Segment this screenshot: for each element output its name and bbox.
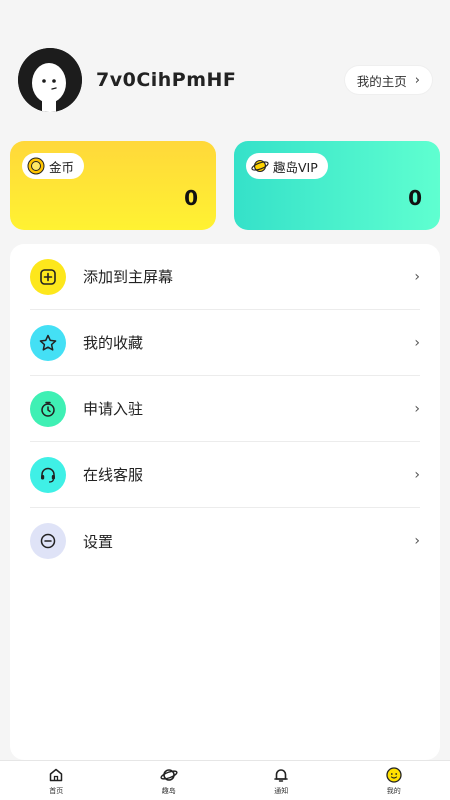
planet-icon (160, 769, 178, 781)
coin-value: 0 (184, 186, 198, 210)
my-homepage-label: 我的主页 (356, 73, 407, 89)
stopwatch-icon (30, 390, 66, 427)
bell-icon (274, 769, 289, 782)
chevron-right-icon: › (414, 400, 420, 417)
tab-label: 首页 (49, 787, 64, 795)
chevron-right-icon: › (414, 466, 420, 483)
chevron-right-icon: › (414, 72, 420, 88)
wallet-cards: 金币 0 趣岛VIP 0 (10, 141, 440, 230)
menu-item-label: 添加到主屏幕 (83, 268, 174, 286)
coin-badge: 金币 (22, 153, 85, 179)
add-to-home-icon (30, 258, 66, 295)
star-icon (30, 324, 66, 361)
chevron-right-icon: › (414, 268, 420, 285)
vip-card[interactable]: 趣岛VIP 0 (234, 141, 440, 230)
menu-item-label: 在线客服 (83, 466, 144, 484)
coin-label: 金币 (49, 159, 75, 175)
avatar[interactable] (18, 48, 82, 112)
coin-icon (27, 157, 45, 175)
avatar-face-icon (18, 48, 82, 112)
coin-card[interactable]: 金币 0 (10, 141, 216, 230)
bottom-tab-bar: 首页 趣岛 通知 我的 (0, 760, 450, 800)
headset-icon (30, 456, 66, 493)
tab-home[interactable]: 首页 (0, 761, 113, 800)
vip-badge: 趣岛VIP (246, 153, 328, 179)
my-homepage-button[interactable]: 我的主页 › (344, 66, 432, 94)
username: 7v0CihPmHF (96, 69, 237, 91)
menu-item-label: 设置 (83, 532, 114, 551)
menu-item-customer-service[interactable]: 在线客服 › (30, 442, 420, 508)
menu-item-label: 我的收藏 (83, 334, 144, 352)
tab-qudao[interactable]: 趣岛 (113, 761, 226, 800)
menu-item-apply-settle[interactable]: 申请入驻 › (30, 376, 420, 442)
tab-notifications[interactable]: 通知 (225, 761, 338, 800)
settings-icon (30, 523, 66, 559)
tab-label: 我的 (386, 787, 401, 795)
tab-label: 通知 (274, 787, 289, 795)
tab-label: 趣岛 (161, 787, 176, 795)
chevron-right-icon: › (414, 533, 420, 549)
smiley-icon (386, 767, 402, 783)
menu-item-favorites[interactable]: 我的收藏 › (30, 310, 420, 376)
chevron-right-icon: › (414, 334, 420, 351)
menu-item-settings[interactable]: 设置 › (30, 508, 420, 574)
vip-value: 0 (408, 186, 422, 210)
vip-label: 趣岛VIP (273, 159, 318, 175)
menu-item-add-to-home[interactable]: 添加到主屏幕 › (30, 244, 420, 310)
planet-icon (251, 159, 269, 173)
menu-list: 添加到主屏幕 › 我的收藏 › 申请入驻 › 在线客服 › 设置 › (10, 244, 440, 760)
profile-header: 7v0CihPmHF 我的主页 › (18, 48, 432, 112)
home-icon (50, 768, 63, 782)
tab-mine[interactable]: 我的 (338, 761, 450, 800)
menu-item-label: 申请入驻 (83, 400, 144, 418)
